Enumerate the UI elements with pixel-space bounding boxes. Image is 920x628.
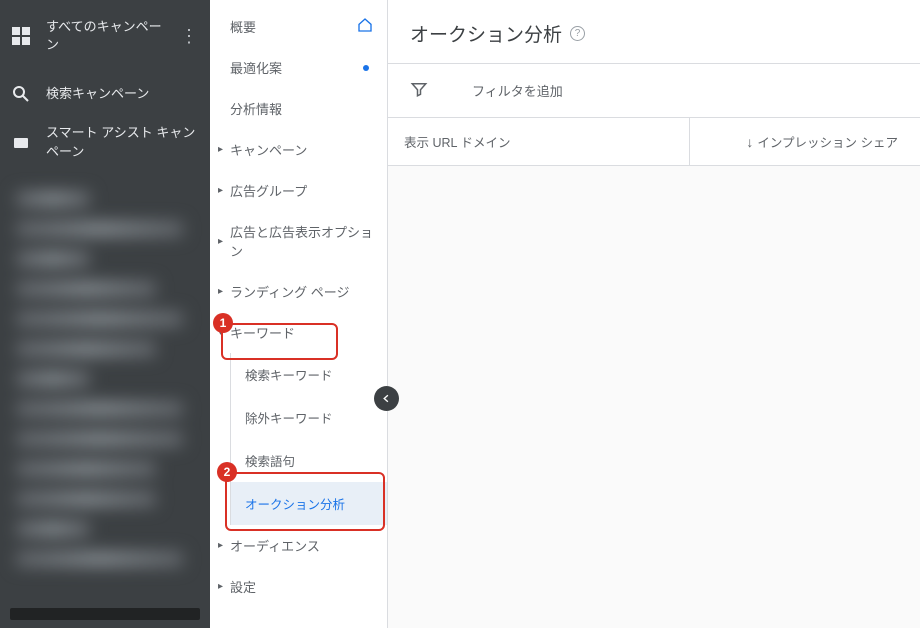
- nav-campaign-label: キャンペーン: [230, 140, 307, 159]
- nav-overview[interactable]: 概要: [210, 6, 387, 47]
- annotation-badge-1: 1: [213, 313, 233, 333]
- main-content: オークション分析 ? フィルタを追加 表示 URL ドメイン ↓ インプレッショ…: [388, 0, 920, 628]
- home-icon: [357, 17, 373, 36]
- nav-keywords-label: キーワード: [230, 323, 295, 342]
- nav-audience-label: オーディエンス: [230, 536, 320, 555]
- app-root: すべてのキャンペーン ⋮ 検索キャンペーン スマート アシスト キャンペーン: [0, 0, 920, 628]
- smart-icon: [12, 134, 30, 152]
- filter-icon: [410, 80, 428, 101]
- col-display-url[interactable]: 表示 URL ドメイン: [388, 118, 690, 165]
- collapse-sidebar-button[interactable]: [374, 386, 399, 411]
- help-icon[interactable]: ?: [570, 26, 585, 41]
- notification-dot-icon: [363, 65, 369, 71]
- nav-overview-label: 概要: [230, 17, 256, 36]
- search-icon: [12, 85, 30, 103]
- nav-ads-extensions[interactable]: 広告と広告表示オプション: [210, 211, 387, 271]
- page-header: オークション分析 ?: [388, 0, 920, 63]
- annotation-badge-2: 2: [217, 462, 237, 482]
- nav-optimization-label: 最適化案: [230, 58, 282, 77]
- blurred-campaign-list: [0, 169, 210, 589]
- more-icon[interactable]: ⋮: [180, 26, 198, 47]
- sidebar-item-search-campaign[interactable]: 検索キャンペーン: [0, 72, 210, 116]
- sidebar-item-smart-assist[interactable]: スマート アシスト キャンペーン: [0, 116, 210, 168]
- nav-landing-pages[interactable]: ランディング ページ: [210, 271, 387, 312]
- nav-ad-group[interactable]: 広告グループ: [210, 170, 387, 211]
- campaign-sidebar: すべてのキャンペーン ⋮ 検索キャンペーン スマート アシスト キャンペーン: [0, 0, 210, 628]
- search-campaign-label: 検索キャンペーン: [46, 85, 149, 103]
- nav-optimization[interactable]: 最適化案: [210, 47, 387, 88]
- nav-insights-label: 分析情報: [230, 99, 282, 118]
- page-nav-sidebar: 概要 最適化案 分析情報 キャンペーン 広告グループ 広告と広告表示オプション …: [210, 0, 388, 628]
- filter-bar[interactable]: フィルタを追加: [388, 63, 920, 117]
- nav-insights[interactable]: 分析情報: [210, 88, 387, 129]
- bottom-shadow: [10, 608, 200, 620]
- table-header: 表示 URL ドメイン ↓ インプレッション シェア: [388, 117, 920, 166]
- sort-descending-icon: ↓: [746, 134, 753, 150]
- col-impression-share-label: インプレッション シェア: [757, 132, 898, 151]
- sub-negative-keywords[interactable]: 除外キーワード: [231, 396, 387, 439]
- nav-ad-group-label: 広告グループ: [230, 181, 307, 200]
- smart-assist-label: スマート アシスト キャンペーン: [46, 124, 198, 160]
- nav-campaign[interactable]: キャンペーン: [210, 129, 387, 170]
- sub-search-keywords[interactable]: 検索キーワード: [231, 353, 387, 396]
- sub-search-terms[interactable]: 検索語句: [231, 439, 387, 482]
- nav-audience[interactable]: オーディエンス: [210, 525, 387, 566]
- nav-landing-label: ランディング ページ: [230, 282, 349, 301]
- nav-keywords-subgroup: 検索キーワード 除外キーワード 検索語句 オークション分析: [230, 353, 387, 525]
- page-title: オークション分析: [410, 20, 562, 47]
- all-campaigns-label: すべてのキャンペーン: [46, 18, 164, 54]
- grid-icon: [12, 27, 30, 45]
- nav-ads-ext-label: 広告と広告表示オプション: [230, 222, 373, 260]
- sub-auction-insights[interactable]: オークション分析: [231, 482, 387, 525]
- nav-keywords[interactable]: キーワード: [210, 312, 387, 353]
- nav-settings-label: 設定: [230, 577, 256, 596]
- col-impression-share[interactable]: ↓ インプレッション シェア: [690, 118, 920, 165]
- sidebar-item-all-campaigns[interactable]: すべてのキャンペーン ⋮: [0, 0, 210, 72]
- nav-settings[interactable]: 設定: [210, 566, 387, 607]
- filter-placeholder: フィルタを追加: [472, 81, 563, 100]
